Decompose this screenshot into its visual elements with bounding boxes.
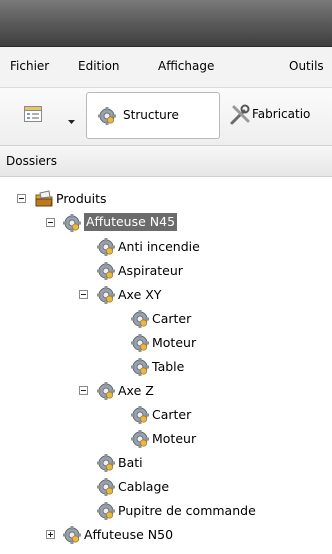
tree-node-label: Table <box>152 359 185 374</box>
tree-node-label: Anti incendie <box>118 239 200 254</box>
gear-icon <box>96 477 116 497</box>
menu-bar: Fichier Edition Affichage Outils <box>0 47 332 88</box>
tree-node-label: Affuteuse N50 <box>84 527 174 542</box>
gear-icon <box>130 309 150 329</box>
menu-outils[interactable]: Outils <box>289 59 324 73</box>
gear-icon <box>130 333 150 353</box>
expand-toggle[interactable] <box>46 530 55 539</box>
tools-icon[interactable] <box>229 104 251 129</box>
tree-node-label: Pupitre de commande <box>118 503 256 518</box>
folder-icon <box>34 189 54 212</box>
structure-button-label: Structure <box>123 108 179 122</box>
toolbar: Structure Fabricatio <box>0 88 332 146</box>
tree-node-label: Axe XY <box>118 287 162 302</box>
tree-node-label: Affuteuse N45 <box>84 213 178 231</box>
menu-edition[interactable]: Edition <box>78 59 120 73</box>
gear-icon <box>96 381 116 401</box>
collapse-toggle[interactable] <box>17 194 26 203</box>
gear-icon <box>96 501 116 521</box>
window-titlebar <box>0 0 332 47</box>
dropdown-arrow-icon[interactable] <box>68 113 75 127</box>
tree-node-label: Carter <box>152 311 192 326</box>
menu-affichage[interactable]: Affichage <box>158 59 214 73</box>
structure-button[interactable]: Structure <box>86 92 220 139</box>
menu-fichier[interactable]: Fichier <box>10 59 49 73</box>
tree-node-label: Moteur <box>152 431 197 446</box>
tree-node-label: Bati <box>118 455 143 470</box>
collapse-toggle[interactable] <box>79 290 88 299</box>
tree-node-label: Produits <box>56 191 107 206</box>
collapse-toggle[interactable] <box>46 218 55 227</box>
gear-icon <box>97 106 117 129</box>
gear-icon <box>62 213 82 233</box>
gear-icon <box>96 285 116 305</box>
gear-icon <box>96 237 116 257</box>
tree-node-label: Carter <box>152 407 192 422</box>
view-icon[interactable] <box>24 106 42 125</box>
tree-node-label: Axe Z <box>118 383 154 398</box>
gear-icon <box>62 525 82 545</box>
gear-icon <box>130 405 150 425</box>
tree-node-label: Moteur <box>152 335 197 350</box>
gear-icon <box>96 453 116 473</box>
gear-icon <box>130 357 150 377</box>
fabrication-button-label[interactable]: Fabricatio <box>252 107 310 121</box>
folders-header-label: Dossiers <box>6 154 57 168</box>
gear-icon <box>130 429 150 449</box>
tree-node-label: Aspirateur <box>118 263 183 278</box>
tree-node-label: Cablage <box>118 479 170 494</box>
product-tree: Produits Affuteuse N45 Anti incendie Asp… <box>0 178 332 554</box>
gear-icon <box>96 261 116 281</box>
folders-header: Dossiers <box>0 146 332 177</box>
collapse-toggle[interactable] <box>79 386 88 395</box>
